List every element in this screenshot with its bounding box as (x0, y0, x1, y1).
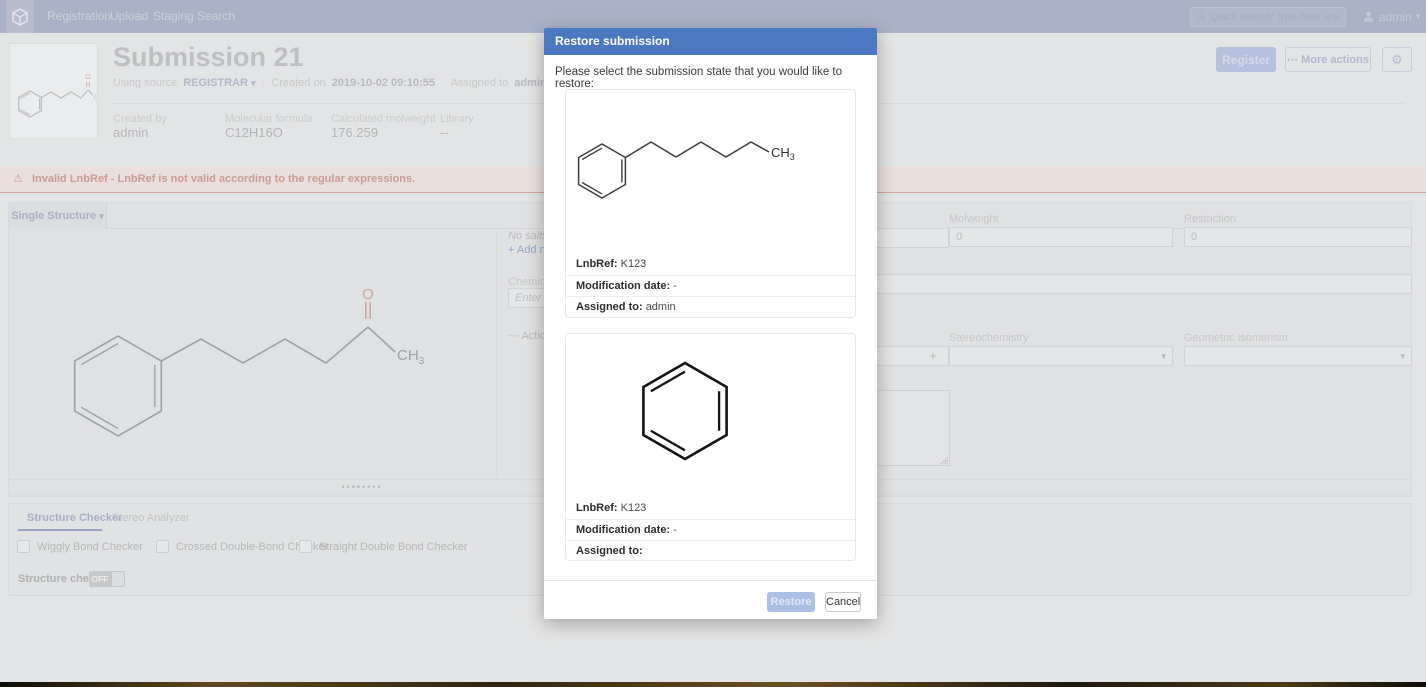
caret-down-icon: ▾ (251, 78, 256, 88)
nav-item-staging[interactable]: Staging (153, 0, 194, 33)
ellipsis-icon: ⋯ (508, 330, 519, 342)
checkbox-wiggly-bond[interactable] (17, 540, 30, 553)
molweight-input[interactable] (949, 227, 1173, 247)
desktop-edge-strip (0, 682, 1426, 687)
tab-structure-checker[interactable]: Structure Checker (27, 512, 122, 524)
quick-search-input[interactable] (1210, 11, 1340, 23)
gear-icon: ⚙ (1391, 52, 1403, 67)
stereochemistry-select[interactable]: ▾ (949, 346, 1173, 366)
user-name: admin (1379, 10, 1412, 24)
add-plus-button[interactable]: + (921, 346, 945, 366)
restore-button[interactable]: Restore (767, 592, 815, 612)
ch3-atom-label: CH3 (397, 347, 425, 367)
caret-down-icon: ▾ (1161, 351, 1166, 362)
submission-thumbnail: O CH3 (9, 43, 98, 139)
molweight-label: Molweight (949, 213, 999, 225)
source-dropdown[interactable]: REGISTRAR ▾ (183, 77, 255, 89)
warning-icon: ⚠ (13, 173, 23, 185)
app-logo[interactable] (6, 0, 34, 33)
toggle-knob (111, 571, 125, 587)
geometric-isomerism-label: Geometric isomerism (1184, 332, 1288, 344)
state-modification-row: Modification date: - (566, 275, 855, 296)
user-menu[interactable]: admin ▾ (1362, 0, 1420, 33)
assigned-to-label: Assigned to (451, 77, 508, 89)
thumbnail-molecule: O CH3 (10, 44, 97, 138)
state-lnbref-row: LnbRef: K123 (566, 498, 855, 519)
person-icon (1362, 10, 1375, 23)
meta-created-by-value: admin (113, 125, 148, 140)
caret-down-icon: ▾ (99, 211, 104, 221)
modal-title: Restore submission (544, 28, 877, 55)
state-2-molecule (566, 334, 855, 498)
submission-state-card[interactable]: LnbRef: K123 Modification date: - Assign… (565, 333, 856, 561)
assigned-to-value: admin (514, 77, 546, 89)
logo-cube-icon (10, 7, 30, 27)
state-1-molecule: CH3 (566, 90, 855, 254)
state-assigned-row: Assigned to: admin (566, 296, 855, 317)
meta-formula-value: C12H16O (225, 125, 283, 140)
modal-intro-text: Please select the submission state that … (555, 66, 877, 90)
meta-molweight-value: 176.259 (331, 125, 378, 140)
nav-item-registration[interactable]: Registration (47, 0, 111, 33)
toggle-off-label: OFF (89, 571, 111, 587)
settings-gear-button[interactable]: ⚙ (1382, 47, 1412, 72)
meta-molweight-label: Calculated molweight (331, 113, 436, 125)
modal-footer-divider (544, 580, 877, 581)
caret-down-icon: ▾ (1416, 12, 1421, 21)
caret-down-icon: ▾ (1400, 351, 1405, 362)
created-on-value: 2019-10-02 09:10:55 (332, 77, 435, 89)
more-actions-button[interactable]: ⋯ More actions (1285, 47, 1371, 72)
submission-state-card[interactable]: CH3 LnbRef: K123 Modification date: - As… (565, 89, 856, 318)
meta-created-by-label: Created by (113, 113, 167, 125)
editor-molecule: O CH3 (9, 230, 496, 479)
app-window: Registration Upload Staging Search admin… (0, 0, 1426, 687)
quick-search-box (1190, 7, 1346, 27)
stereochemistry-label: Stereochemistry (949, 332, 1028, 344)
nav-item-upload[interactable]: Upload (110, 0, 148, 33)
thumb-oxygen-label: O (85, 74, 91, 81)
geometric-isomerism-select[interactable]: ▾ (1184, 346, 1412, 366)
textarea-resize-grip[interactable] (939, 455, 949, 465)
cancel-button[interactable]: Cancel (825, 592, 861, 612)
meta-library-label: Library (440, 113, 474, 125)
checkbox-wiggly-bond-label: Wiggly Bond Checker (37, 541, 143, 553)
restriction-label: Restriction (1184, 213, 1236, 225)
meta-formula-label: Molecular formula (225, 113, 312, 125)
tab-single-structure[interactable]: Single Structure ▾ (9, 203, 107, 229)
structure-editor-canvas[interactable]: O CH3 (9, 230, 496, 479)
ellipsis-icon: ⋯ (1287, 54, 1298, 66)
nav-item-search[interactable]: Search (197, 0, 235, 33)
dot-separator: · (441, 77, 445, 89)
dot-separator: · (262, 77, 266, 89)
checkbox-straight-double-bond[interactable] (299, 540, 312, 553)
state-1-ch3-label: CH3 (771, 145, 795, 162)
oxygen-atom-label: O (362, 286, 374, 303)
resize-handle[interactable]: •••••••• (339, 482, 385, 492)
active-tab-underline (18, 529, 102, 531)
state-modification-row: Modification date: - (566, 519, 855, 540)
state-assigned-row: Assigned to: (566, 540, 855, 561)
warning-text: Invalid LnbRef - LnbRef is not valid acc… (32, 173, 415, 185)
thumb-ch3-label: CH3 (94, 96, 98, 102)
meta-library-value: -- (440, 125, 449, 140)
plus-icon: + (508, 244, 514, 256)
checkbox-straight-double-bond-label: Straight Double Bond Checker (319, 541, 468, 553)
checkbox-crossed-double-bond[interactable] (156, 540, 169, 553)
search-icon (1196, 11, 1206, 23)
structure-checker-toggle[interactable]: OFF (89, 571, 125, 587)
state-lnbref-row: LnbRef: K123 (566, 254, 855, 275)
restore-submission-modal: Restore submission Please select the sub… (544, 28, 877, 619)
tab-stereo-analyzer[interactable]: Stereo Analyzer (112, 512, 190, 524)
restriction-input[interactable] (1184, 227, 1412, 247)
created-on-label: Created on (271, 77, 325, 89)
editor-divider (496, 230, 497, 479)
register-button[interactable]: Register (1216, 47, 1276, 72)
page-title: Submission 21 (113, 42, 304, 73)
using-source-label: Using source (113, 77, 177, 89)
submission-subtitle: Using source REGISTRAR ▾ · Created on 20… (113, 77, 547, 89)
